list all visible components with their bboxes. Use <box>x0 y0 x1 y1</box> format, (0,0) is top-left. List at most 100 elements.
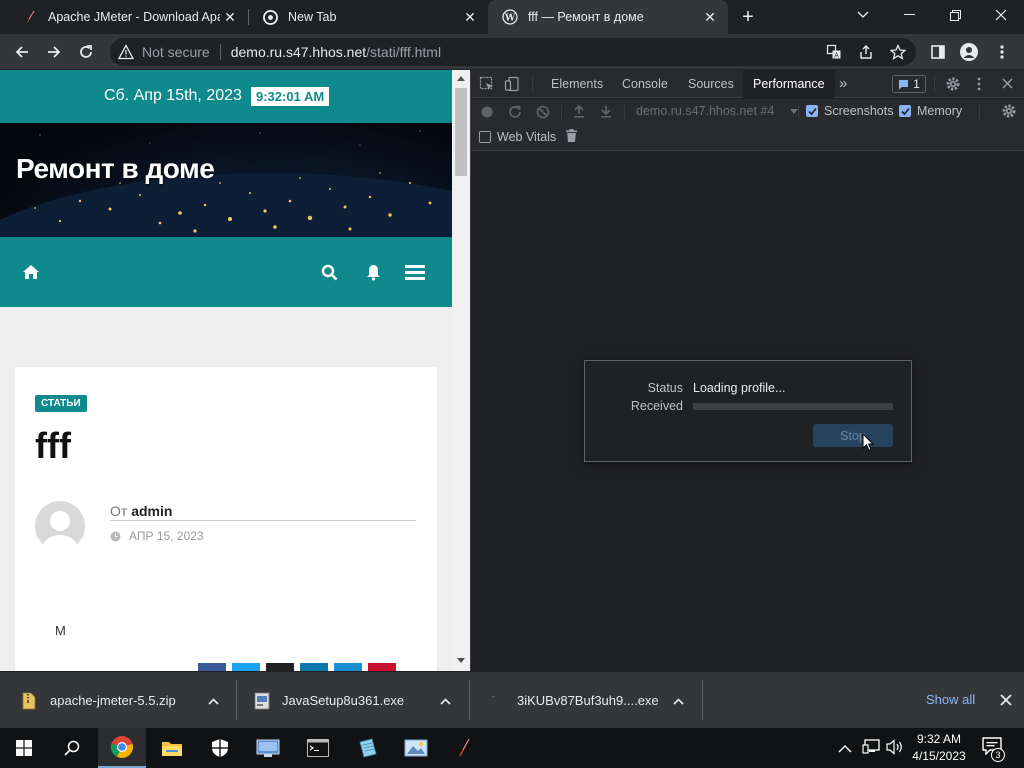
download-item[interactable]: apache-jmeter-5.5.zip <box>22 672 236 729</box>
inspect-element-icon[interactable] <box>479 76 495 95</box>
menu-kebab-icon[interactable] <box>988 38 1016 66</box>
download-divider <box>702 680 703 720</box>
devtools-menu-kebab-icon[interactable] <box>977 77 981 94</box>
memory-checkbox[interactable] <box>899 105 911 117</box>
home-icon[interactable] <box>20 261 42 283</box>
side-panel-icon[interactable] <box>924 38 952 66</box>
jmeter-feather-icon <box>22 9 38 25</box>
device-toolbar-icon[interactable] <box>504 76 520 95</box>
reload-record-icon[interactable] <box>508 105 522 122</box>
remote-desktop-icon[interactable] <box>244 728 292 768</box>
tab-search-icon[interactable] <box>840 0 886 30</box>
more-tabs-icon[interactable]: » <box>839 75 847 92</box>
toolbar-divider <box>624 105 625 121</box>
back-arrow-icon[interactable] <box>8 38 36 66</box>
memory-toggle[interactable]: Memory <box>899 104 962 118</box>
share-icon[interactable] <box>852 38 880 66</box>
notifications-icon[interactable]: 3 <box>982 737 1006 762</box>
close-icon[interactable]: ✕ <box>460 7 480 27</box>
command-prompt-icon[interactable] <box>294 728 342 768</box>
telegram-share-icon[interactable] <box>334 663 362 671</box>
toolbar-divider <box>561 105 562 121</box>
pinterest-share-icon[interactable] <box>368 663 396 671</box>
site-title[interactable]: Ремонт в доме <box>16 153 215 185</box>
bell-icon[interactable] <box>362 261 384 283</box>
download-profile-icon[interactable] <box>600 104 612 121</box>
tab-elements[interactable]: Elements <box>541 70 613 98</box>
forward-arrow-icon[interactable] <box>40 38 68 66</box>
chrome-taskbar-icon[interactable] <box>98 728 146 768</box>
email-share-icon[interactable] <box>266 663 294 671</box>
close-window-icon[interactable] <box>978 0 1024 30</box>
chevron-up-icon[interactable] <box>838 740 852 758</box>
profile-loading-dialog: Status Loading profile... Received Stop <box>584 360 912 462</box>
author-link[interactable]: admin <box>131 503 172 519</box>
web-page: Сб. Апр 15th, 2023 9:32:01 AM Ремонт в д… <box>0 70 470 671</box>
tab-performance[interactable]: Performance <box>743 70 835 98</box>
close-download-shelf-icon[interactable] <box>1000 694 1012 709</box>
close-icon[interactable]: ✕ <box>220 7 240 27</box>
chevron-up-icon[interactable] <box>673 694 684 708</box>
tab-sources[interactable]: Sources <box>678 70 744 98</box>
web-vitals-toggle[interactable]: Web Vitals <box>479 130 556 144</box>
message-icon <box>898 79 909 90</box>
settings-gear-icon[interactable] <box>945 76 961 95</box>
security-label[interactable]: Not secure <box>142 44 210 60</box>
search-icon[interactable] <box>48 728 96 768</box>
tab-console[interactable]: Console <box>612 70 678 98</box>
chevron-up-icon[interactable] <box>440 694 451 708</box>
image-viewer-icon[interactable] <box>392 728 440 768</box>
clear-icon[interactable] <box>536 105 550 122</box>
warning-icon[interactable] <box>117 44 135 60</box>
scroll-up-icon[interactable] <box>457 76 465 81</box>
system-clock[interactable]: 9:32 AM 4/15/2023 <box>910 731 968 765</box>
category-badge[interactable]: СТАТЬИ <box>35 395 87 412</box>
web-vitals-label: Web Vitals <box>497 130 557 144</box>
upload-profile-icon[interactable] <box>573 104 585 121</box>
address-bar[interactable]: Not secure demo.ru.s47.hhos.net/stati/ff… <box>110 38 916 66</box>
chevron-up-icon[interactable] <box>208 694 219 708</box>
file-explorer-icon[interactable] <box>148 728 196 768</box>
issues-badge[interactable]: 1 <box>892 75 926 93</box>
linkedin-share-icon[interactable] <box>300 663 328 671</box>
minimize-icon[interactable] <box>886 0 932 30</box>
twitter-share-icon[interactable] <box>232 663 260 671</box>
record-icon[interactable] <box>481 106 493 121</box>
tab-jmeter[interactable]: Apache JMeter - Download Apac ✕ <box>8 0 248 34</box>
network-icon[interactable] <box>862 739 880 760</box>
security-shield-icon[interactable] <box>196 728 244 768</box>
page-scrollbar[interactable] <box>452 70 470 671</box>
screenshots-toggle[interactable]: Screenshots <box>806 104 893 118</box>
volume-icon[interactable] <box>886 739 904 760</box>
new-tab-button[interactable]: + <box>736 6 760 28</box>
tab-new-tab[interactable]: New Tab ✕ <box>248 0 488 34</box>
profile-icon[interactable] <box>955 38 983 66</box>
scrollbar-thumb[interactable] <box>455 88 467 176</box>
download-item[interactable]: JavaSetup8u361.exe <box>254 672 469 729</box>
download-item[interactable]: 3iKUBv87Buf3uh9....exe <box>489 672 702 729</box>
jmeter-taskbar-icon[interactable] <box>440 728 488 768</box>
close-icon[interactable]: ✕ <box>700 7 720 27</box>
status-label: Status <box>647 381 683 395</box>
capture-settings-gear-icon[interactable] <box>1001 103 1017 122</box>
scroll-down-icon[interactable] <box>457 658 465 663</box>
restore-icon[interactable] <box>932 0 978 30</box>
hamburger-menu-icon[interactable] <box>404 261 426 283</box>
show-all-button[interactable]: Show all <box>926 692 975 707</box>
post-date: АПР 15, 2023 <box>110 529 204 543</box>
search-icon[interactable] <box>318 261 340 283</box>
translate-icon[interactable]: A <box>820 38 848 66</box>
close-devtools-icon[interactable] <box>1002 78 1013 92</box>
bookmark-star-icon[interactable] <box>884 38 912 66</box>
tab-fff[interactable]: W fff — Ремонт в доме ✕ <box>488 0 728 34</box>
web-vitals-checkbox[interactable] <box>479 131 491 143</box>
facebook-share-icon[interactable] <box>198 663 226 671</box>
avatar[interactable] <box>35 501 85 551</box>
stop-button[interactable]: Stop <box>813 424 893 447</box>
reload-icon[interactable] <box>72 38 100 66</box>
screenshots-checkbox[interactable] <box>806 105 818 117</box>
notepad-icon[interactable] <box>344 728 392 768</box>
windows-start-icon[interactable] <box>0 728 48 768</box>
trash-icon[interactable] <box>566 129 577 145</box>
target-select[interactable]: demo.ru.s47.hhos.net #4 <box>636 104 799 118</box>
